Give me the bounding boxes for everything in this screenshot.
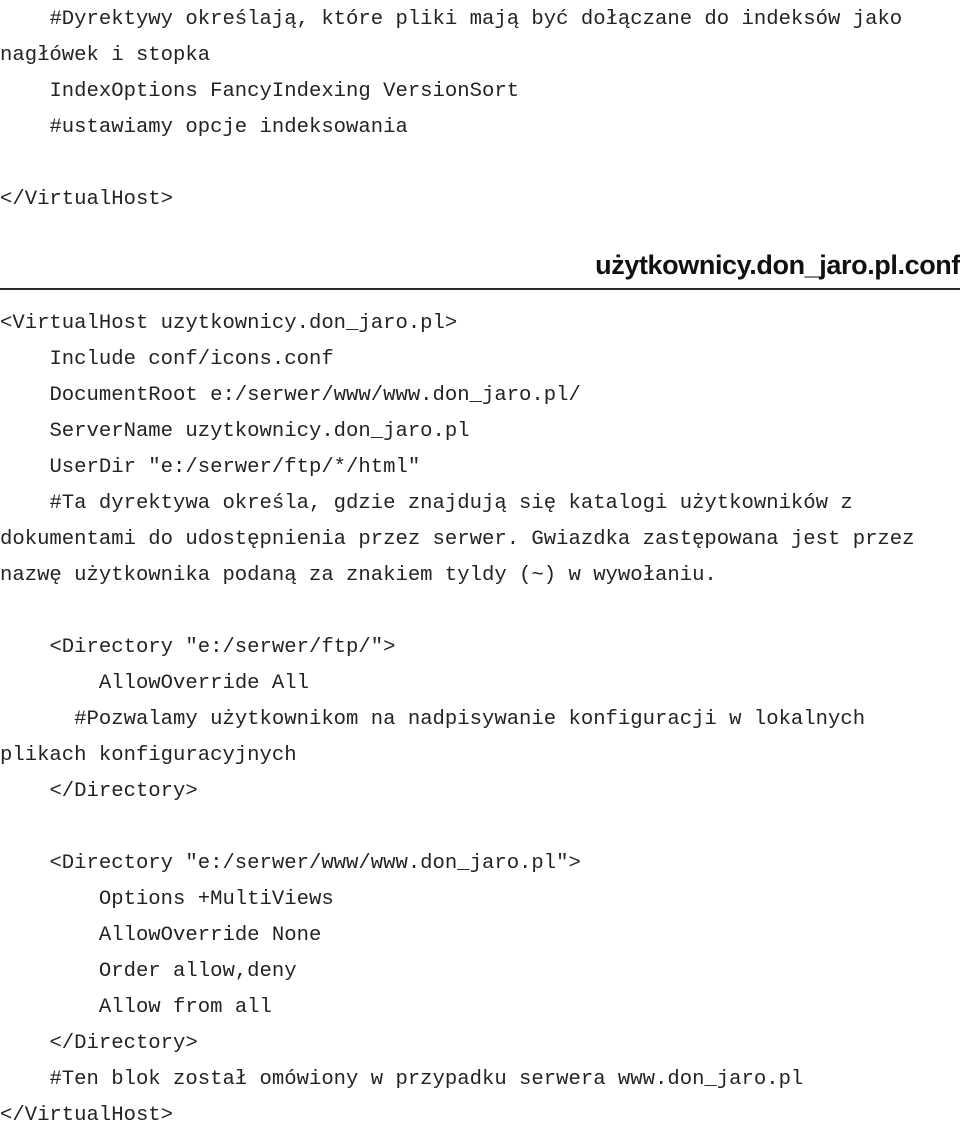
config-line: #Ten blok został omówiony w przypadku se… bbox=[0, 1068, 804, 1091]
config-line: #Ta dyrektywa określa, gdzie znajdują si… bbox=[0, 492, 927, 587]
config-line: Options +MultiViews bbox=[0, 888, 334, 911]
config-line: <Directory "e:/serwer/ftp/"> bbox=[0, 636, 396, 659]
config-listing: <VirtualHost uzytkownicy.don_jaro.pl> In… bbox=[0, 306, 960, 1134]
config-line: <VirtualHost uzytkownicy.don_jaro.pl> bbox=[0, 312, 458, 335]
config-line: #Pozwalamy użytkownikom na nadpisywanie … bbox=[0, 708, 878, 767]
config-line: AllowOverride All bbox=[0, 672, 309, 695]
config-line: </Directory> bbox=[0, 780, 198, 803]
page-title: użytkownicy.don_jaro.pl.conf bbox=[595, 250, 960, 280]
config-line: Include conf/icons.conf bbox=[0, 348, 334, 371]
config-line: AllowOverride None bbox=[0, 924, 322, 947]
config-line: ServerName uzytkownicy.don_jaro.pl bbox=[0, 420, 470, 443]
top-config-line: #ustawiamy opcje indeksowania bbox=[0, 116, 408, 139]
header-divider bbox=[0, 288, 960, 290]
document-page: #Dyrektywy określają, które pliki mają b… bbox=[0, 0, 960, 1127]
config-line: Allow from all bbox=[0, 996, 272, 1019]
top-config-line: </VirtualHost> bbox=[0, 188, 174, 211]
config-line: </Directory> bbox=[0, 1032, 198, 1055]
top-config-line: IndexOptions FancyIndexing VersionSort bbox=[0, 80, 520, 103]
config-line: <Directory "e:/serwer/www/www.don_jaro.p… bbox=[0, 852, 581, 875]
config-lines: <VirtualHost uzytkownicy.don_jaro.pl> In… bbox=[0, 306, 960, 1134]
config-line: Order allow,deny bbox=[0, 960, 297, 983]
top-config-line: #Dyrektywy określają, które pliki mają b… bbox=[0, 8, 915, 67]
section-header: użytkownicy.don_jaro.pl.conf bbox=[0, 248, 960, 290]
config-line: DocumentRoot e:/serwer/www/www.don_jaro.… bbox=[0, 384, 581, 407]
top-config-fragment: #Dyrektywy określają, które pliki mają b… bbox=[0, 2, 960, 218]
config-line: </VirtualHost> bbox=[0, 1104, 174, 1127]
top-config-lines: #Dyrektywy określają, które pliki mają b… bbox=[0, 2, 960, 218]
config-blank-line bbox=[0, 810, 960, 846]
top-config-blank-line bbox=[0, 146, 960, 182]
config-line: UserDir "e:/serwer/ftp/*/html" bbox=[0, 456, 421, 479]
config-blank-line bbox=[0, 594, 960, 630]
